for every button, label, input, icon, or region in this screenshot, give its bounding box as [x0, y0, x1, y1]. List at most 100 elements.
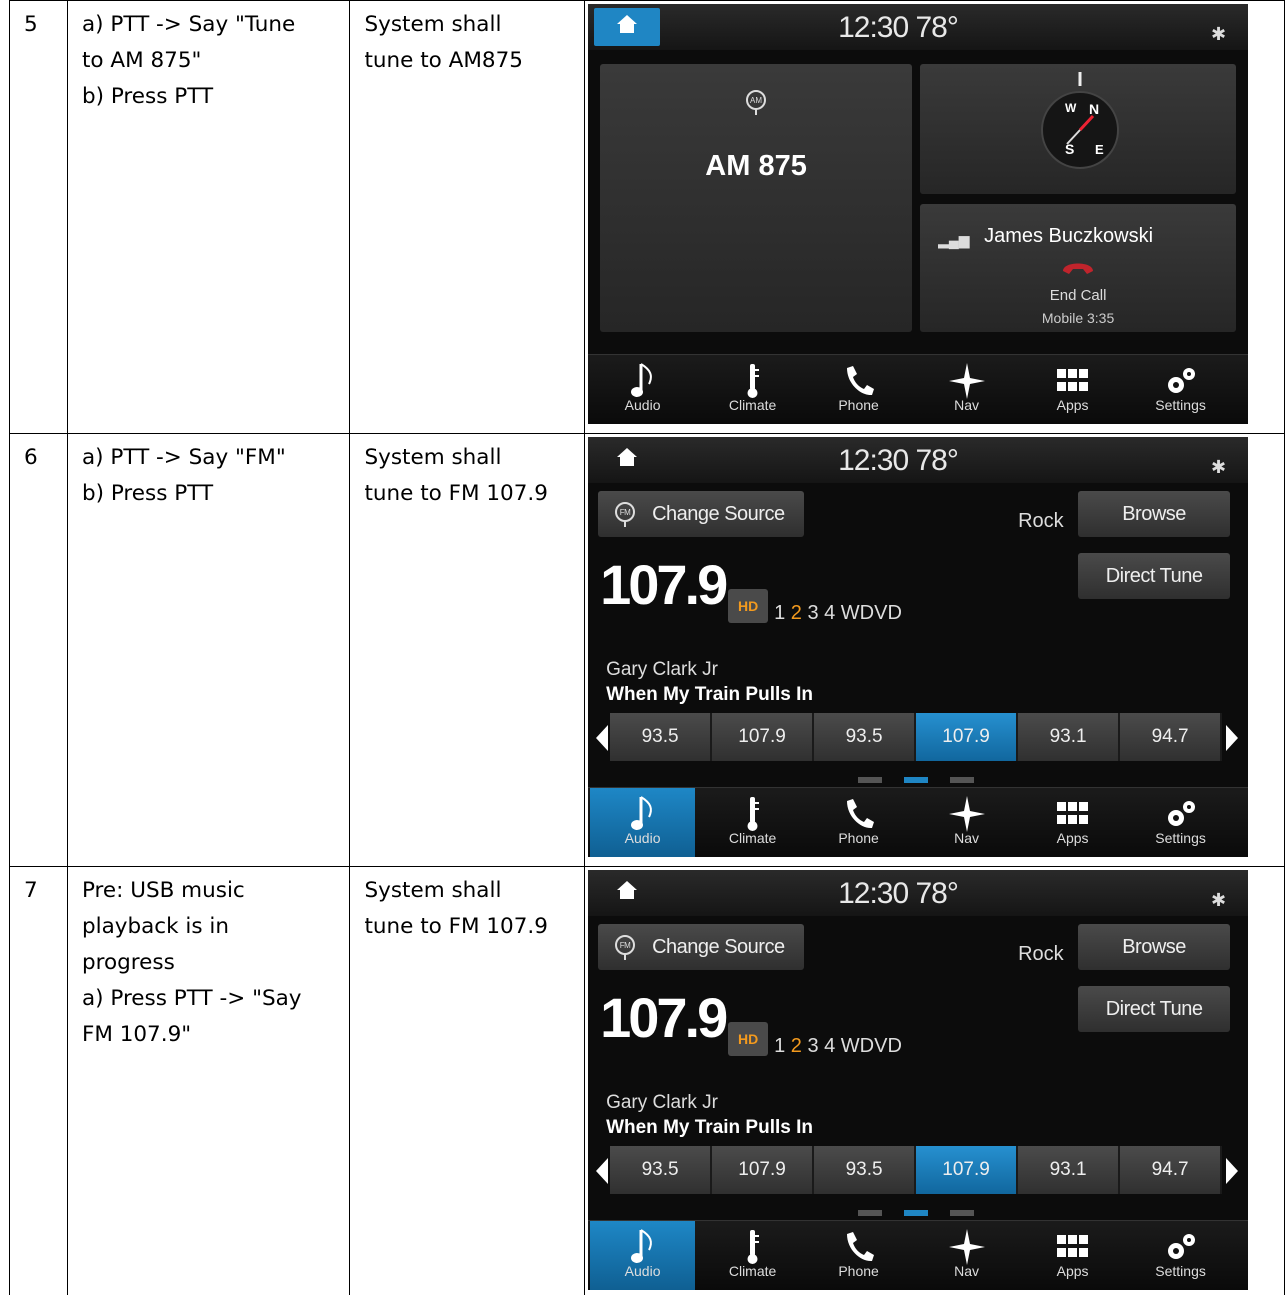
svg-text:AM: AM [750, 96, 762, 105]
change-source-button[interactable]: FM Change Source [598, 491, 805, 537]
expected-result: System shall tune to FM 107.9 [349, 866, 586, 1295]
step-line: playback is in [81, 914, 230, 939]
svg-text:FM: FM [620, 508, 631, 517]
preset-button[interactable]: 93.1 [1018, 1146, 1121, 1194]
preset-button[interactable]: 93.5 [814, 1146, 917, 1194]
screenshot-cell: 12:30 78° ✱ FM Change Source Rock Browse… [584, 866, 1285, 1295]
genre-label: Rock [1018, 510, 1064, 532]
home-button[interactable] [594, 874, 660, 912]
call-duration: Mobile 3:35 [1041, 310, 1115, 326]
nav-settings[interactable]: Settings [1128, 355, 1233, 424]
expected-line: tune to FM 107.9 [364, 481, 548, 506]
nav-label: Phone [838, 830, 879, 846]
step-number: 6 [9, 433, 68, 867]
expected-result: System shall tune to AM875 [349, 0, 586, 434]
current-frequency: 107.9 [600, 553, 728, 616]
genre-label: Rock [1018, 943, 1064, 965]
page-indicator-active [904, 1210, 929, 1216]
preset-button[interactable]: 93.1 [1018, 713, 1121, 761]
svg-text:S: S [1065, 141, 1074, 157]
nav-climate[interactable]: Climate [700, 788, 805, 857]
bluetooth-icon: ✱ [1210, 24, 1227, 44]
preset-button[interactable]: 93.5 [610, 1146, 713, 1194]
preset-button[interactable]: 93.5 [610, 713, 713, 761]
preset-button[interactable]: 94.7 [1120, 1146, 1223, 1194]
nav-label: Settings [1155, 830, 1206, 846]
preset-button[interactable]: 93.5 [814, 713, 917, 761]
preset-button-active[interactable]: 107.9 [916, 1146, 1019, 1194]
nav-settings[interactable]: Settings [1128, 1221, 1233, 1290]
browse-button[interactable]: Browse [1078, 491, 1231, 537]
preset-bar: 93.5 107.9 93.5 107.9 93.1 94.7 [610, 713, 1223, 761]
expected-line: tune to FM 107.9 [364, 914, 548, 939]
presets-next-arrow-icon[interactable] [1226, 1158, 1239, 1184]
change-source-button[interactable]: FM Change Source [598, 924, 805, 970]
call-tile[interactable]: ▂▄▆ James Buczkowski End Call Mobile 3:3… [920, 204, 1237, 332]
hd-channel-active: 2 [790, 602, 802, 624]
nav-audio[interactable]: Audio [590, 788, 696, 857]
nav-label: Apps [1056, 397, 1089, 413]
presets-next-arrow-icon[interactable] [1226, 725, 1239, 751]
home-icon [616, 875, 638, 911]
page-indicator [950, 1210, 975, 1216]
page-indicator-active [904, 777, 929, 783]
preset-button[interactable]: 94.7 [1120, 713, 1223, 761]
presets-prev-arrow-icon[interactable] [596, 725, 609, 751]
nav-label: Nav [954, 397, 980, 413]
change-source-label: Change Source [652, 936, 785, 958]
bluetooth-icon: ✱ [1210, 890, 1227, 910]
nav-label: Settings [1155, 397, 1206, 413]
nav-apps[interactable]: Apps [1020, 355, 1125, 424]
nav-settings[interactable]: Settings [1128, 788, 1233, 857]
expected-line: System shall [364, 445, 502, 470]
preset-button[interactable]: 107.9 [712, 1146, 815, 1194]
hd-channels-rest: 3 4 WDVD [801, 1035, 902, 1057]
nav-climate[interactable]: Climate [700, 355, 805, 424]
nav-label: Audio [624, 397, 661, 413]
nav-phone[interactable]: Phone [806, 1221, 911, 1290]
bottom-nav: Audio Climate Phone Nav Apps Settings [588, 1220, 1249, 1290]
nav-phone[interactable]: Phone [806, 355, 911, 424]
direct-tune-button[interactable]: Direct Tune [1078, 553, 1231, 599]
clock-temp: 12:30 78° [838, 11, 959, 44]
nav-apps[interactable]: Apps [1020, 1221, 1125, 1290]
compass-icon: WN S E [1041, 72, 1120, 195]
home-icon [616, 442, 638, 478]
home-button[interactable] [594, 441, 660, 479]
presets-prev-arrow-icon[interactable] [596, 1158, 609, 1184]
nav-label: Audio [624, 1263, 661, 1279]
nav-audio[interactable]: Audio [590, 1221, 696, 1290]
nav-label: Audio [624, 830, 661, 846]
compass-tile[interactable]: WN S E [920, 64, 1237, 195]
svg-text:E: E [1095, 142, 1104, 157]
nav-nav[interactable]: Nav [914, 788, 1019, 857]
nav-label: Nav [954, 1263, 980, 1279]
screenshot-cell: 12:30 78° ✱ FM Change Source Rock Browse… [584, 433, 1285, 867]
direct-tune-button[interactable]: Direct Tune [1078, 986, 1231, 1032]
nav-label: Climate [728, 830, 777, 846]
clock-temp: 12:30 78° [838, 877, 959, 910]
nav-nav[interactable]: Nav [914, 1221, 1019, 1290]
step-number: 5 [9, 0, 68, 434]
home-button[interactable] [594, 8, 661, 46]
screenshot-cell: 12:30 78° ✱ AM AM 875 WNSE ▂▄▆ James Buc… [584, 0, 1285, 434]
nav-nav[interactable]: Nav [914, 355, 1019, 424]
nav-climate[interactable]: Climate [700, 1221, 805, 1290]
preset-button[interactable]: 107.9 [712, 713, 815, 761]
am-radio-icon: AM [600, 88, 912, 127]
step-line: FM 107.9" [81, 1022, 192, 1047]
svg-text:N: N [1089, 101, 1099, 117]
step-line: b) Press PTT [81, 481, 214, 506]
nav-phone[interactable]: Phone [806, 788, 911, 857]
audio-tile[interactable]: AM AM 875 [600, 64, 913, 332]
nav-label: Climate [728, 397, 777, 413]
step-line: a) PTT -> Say "Tune [81, 12, 296, 37]
nav-apps[interactable]: Apps [1020, 788, 1125, 857]
nav-label: Phone [838, 1263, 879, 1279]
preset-button-active[interactable]: 107.9 [916, 713, 1019, 761]
nav-audio[interactable]: Audio [590, 355, 695, 424]
step-line: a) Press PTT -> "Say [81, 986, 302, 1011]
test-steps: Pre: USB music playback is in progress a… [66, 866, 351, 1295]
browse-button[interactable]: Browse [1078, 924, 1231, 970]
bluetooth-icon: ✱ [1210, 457, 1227, 477]
